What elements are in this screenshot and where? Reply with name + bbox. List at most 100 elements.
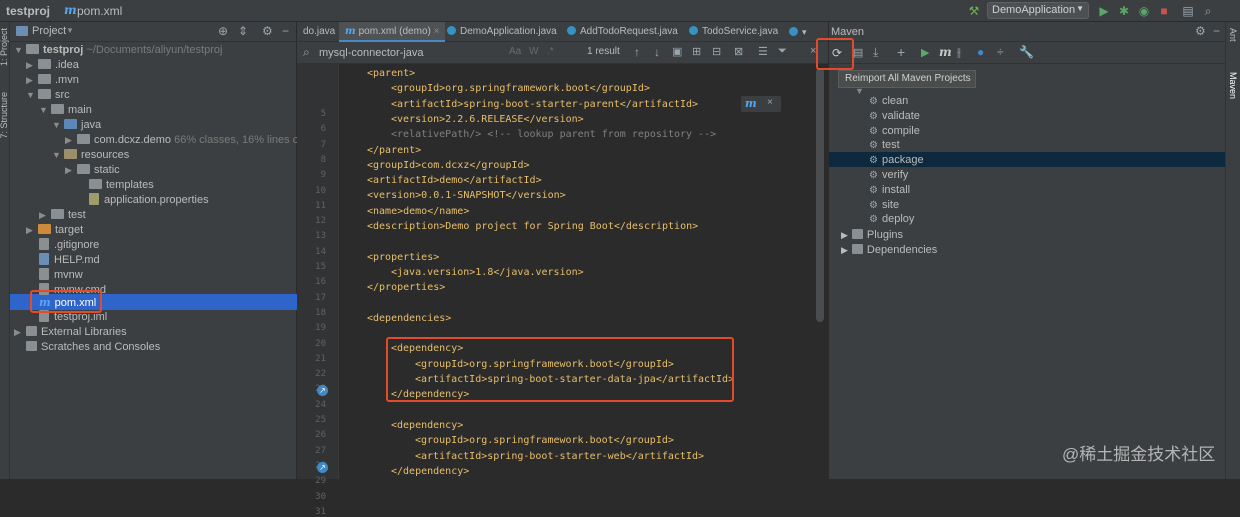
- tree-item-mvnw[interactable]: mvnw: [39, 268, 83, 283]
- code-line[interactable]: <artifactId>spring-boot-starter-web</art…: [415, 449, 704, 464]
- hammer-icon[interactable]: ⚒: [966, 3, 982, 19]
- tree-item-src[interactable]: ▼ src: [26, 88, 70, 103]
- filter-icon[interactable]: ⏷: [778, 45, 787, 58]
- tab-todo-service[interactable]: TodoService.java: [683, 22, 784, 42]
- tab-add-todo-request[interactable]: AddTodoRequest.java: [561, 22, 684, 42]
- code-line[interactable]: </properties>: [367, 280, 445, 295]
- tree-item-package[interactable]: ▶ com.dcxz.demo 66% classes, 16% lines co…: [65, 133, 316, 148]
- search-icon[interactable]: ⌕: [303, 45, 310, 60]
- lifecycle-goal-install[interactable]: ⚙ install: [869, 183, 910, 198]
- dependencies-row[interactable]: ▶ Dependencies: [841, 243, 937, 258]
- plugins-row[interactable]: ▶ Plugins: [841, 228, 903, 243]
- code-line[interactable]: <dependencies>: [367, 311, 451, 326]
- lifecycle-goal-site[interactable]: ⚙ site: [869, 198, 899, 213]
- hide-icon[interactable]: −: [282, 24, 289, 38]
- ant-tool-tab[interactable]: Ant: [1228, 28, 1238, 42]
- tree-item-test[interactable]: ▶ test: [39, 208, 86, 223]
- add-icon[interactable]: +: [897, 44, 905, 60]
- maven-reload-popup[interactable]: m ×: [741, 96, 781, 112]
- code-line[interactable]: <relativePath/> <!-- lookup parent from …: [391, 127, 716, 142]
- locate-icon[interactable]: ⊕: [218, 24, 228, 38]
- close-icon[interactable]: ×: [767, 97, 773, 108]
- chevron-down-icon[interactable]: ▼: [66, 26, 74, 35]
- tree-item-external-libraries[interactable]: ▶ External Libraries: [14, 325, 127, 340]
- breadcrumb-project[interactable]: testproj: [6, 4, 50, 18]
- gear-icon[interactable]: ⚙: [1195, 24, 1206, 38]
- tree-item-scratches[interactable]: Scratches and Consoles: [14, 340, 160, 355]
- code-line[interactable]: <version>0.0.1-SNAPSHOT</version>: [367, 188, 566, 203]
- maven-reload-icon[interactable]: m: [745, 97, 757, 110]
- previous-match-icon[interactable]: ↑: [634, 45, 640, 59]
- code-line[interactable]: <java.version>1.8</java.version>: [391, 265, 584, 280]
- code-line[interactable]: <artifactId>spring-boot-starter-parent</…: [391, 97, 698, 112]
- words-icon[interactable]: W: [529, 46, 538, 57]
- code-line[interactable]: <groupId>org.springframework.boot</group…: [391, 81, 650, 96]
- code-line[interactable]: <artifactId>demo</artifactId>: [367, 173, 542, 188]
- tree-item-static[interactable]: ▶ static: [65, 163, 120, 178]
- code-line[interactable]: <groupId>com.dcxz</groupId>: [367, 158, 530, 173]
- regex-icon[interactable]: .*: [547, 46, 554, 57]
- collapse-icon[interactable]: ÷: [997, 45, 1004, 59]
- tree-item-root[interactable]: ▼ testproj ~/Documents/aliyun/testproj: [14, 43, 222, 58]
- run-icon[interactable]: ▶: [921, 46, 929, 59]
- lifecycle-goal-verify[interactable]: ⚙ verify: [869, 168, 908, 183]
- hide-icon[interactable]: −: [1213, 24, 1220, 38]
- lifecycle-goal-compile[interactable]: ⚙ compile: [869, 124, 920, 139]
- close-tab-icon[interactable]: ×: [434, 26, 440, 37]
- add-selection-icon[interactable]: ⊞: [692, 45, 701, 58]
- code-line[interactable]: <description>Demo project for Spring Boo…: [367, 219, 698, 234]
- lifecycle-goal-package[interactable]: ⚙ package: [869, 153, 924, 168]
- code-line[interactable]: </dependency>: [391, 464, 469, 479]
- code-line[interactable]: <name>demo</name>: [367, 204, 469, 219]
- execute-goal-icon[interactable]: m: [939, 45, 952, 59]
- editor-scrollbar[interactable]: [816, 68, 824, 322]
- search-input[interactable]: [319, 44, 509, 61]
- tab-do-java[interactable]: do.java: [297, 22, 341, 42]
- structure-icon[interactable]: ▤: [1180, 3, 1196, 19]
- remove-selection-icon[interactable]: ⊟: [712, 45, 721, 58]
- lifecycle-goal-test[interactable]: ⚙ test: [869, 138, 900, 153]
- select-all-occurrences-icon[interactable]: ▣: [672, 45, 682, 58]
- lifecycle-goal-deploy[interactable]: ⚙ deploy: [869, 212, 914, 227]
- tree-item-application-properties[interactable]: application.properties: [77, 193, 209, 208]
- tree-item-resources[interactable]: ▼ resources: [52, 148, 129, 163]
- structure-tool-tab[interactable]: 7: Structure: [0, 92, 9, 139]
- lifecycle-goal-validate[interactable]: ⚙ validate: [869, 109, 920, 124]
- debug-icon[interactable]: ✱: [1116, 3, 1132, 19]
- maven-dependency-gutter-icon[interactable]: ↗: [317, 461, 328, 473]
- code-line[interactable]: <parent>: [367, 66, 415, 81]
- collapse-all-icon[interactable]: ⇕: [238, 24, 248, 38]
- stop-icon[interactable]: ■: [1156, 3, 1172, 19]
- tree-item-idea[interactable]: ▶ .idea: [26, 58, 79, 73]
- wrench-icon[interactable]: 🔧: [1019, 45, 1034, 59]
- code-line[interactable]: <properties>: [367, 250, 439, 265]
- options-icon[interactable]: ☰: [758, 45, 768, 58]
- code-line[interactable]: </parent>: [367, 143, 421, 158]
- select-all-icon[interactable]: ⊠: [734, 45, 743, 58]
- tree-item-main[interactable]: ▼ main: [39, 103, 92, 118]
- project-tool-tab[interactable]: 1: Project: [0, 28, 9, 66]
- lifecycle-goal-clean[interactable]: ⚙ clean: [869, 94, 908, 109]
- download-icon[interactable]: ⤓: [873, 45, 878, 60]
- tree-item-templates[interactable]: templates: [77, 178, 154, 193]
- toggle-offline-icon[interactable]: ⫲: [957, 45, 961, 60]
- tree-item-mvn[interactable]: ▶ .mvn: [26, 73, 79, 88]
- tree-item-java[interactable]: ▼ java: [52, 118, 101, 133]
- tab-pom-xml[interactable]: m pom.xml (demo) ×: [339, 22, 446, 42]
- coverage-icon[interactable]: ◉: [1136, 3, 1152, 19]
- code-line[interactable]: <groupId>org.springframework.boot</group…: [415, 433, 674, 448]
- maven-tool-tab[interactable]: Maven: [1228, 72, 1238, 99]
- code-line[interactable]: <version>2.2.6.RELEASE</version>: [391, 112, 584, 127]
- run-config-select[interactable]: DemoApplication ▼: [987, 2, 1089, 19]
- project-view-title[interactable]: Project: [32, 25, 66, 37]
- maven-dependency-gutter-icon[interactable]: ↗: [317, 385, 328, 397]
- next-match-icon[interactable]: ↓: [654, 45, 660, 59]
- code-line[interactable]: <dependency>: [391, 418, 463, 433]
- search-everywhere-icon[interactable]: ⌕: [1200, 3, 1216, 19]
- tree-item-gitignore[interactable]: .gitignore: [39, 238, 99, 253]
- tree-item-help-md[interactable]: HELP.md: [39, 253, 100, 268]
- gear-icon[interactable]: ⚙: [262, 24, 273, 38]
- tab-overflow[interactable]: ▾: [783, 22, 813, 42]
- breadcrumb-file[interactable]: pom.xml: [77, 4, 122, 18]
- run-icon[interactable]: ▶: [1096, 3, 1112, 19]
